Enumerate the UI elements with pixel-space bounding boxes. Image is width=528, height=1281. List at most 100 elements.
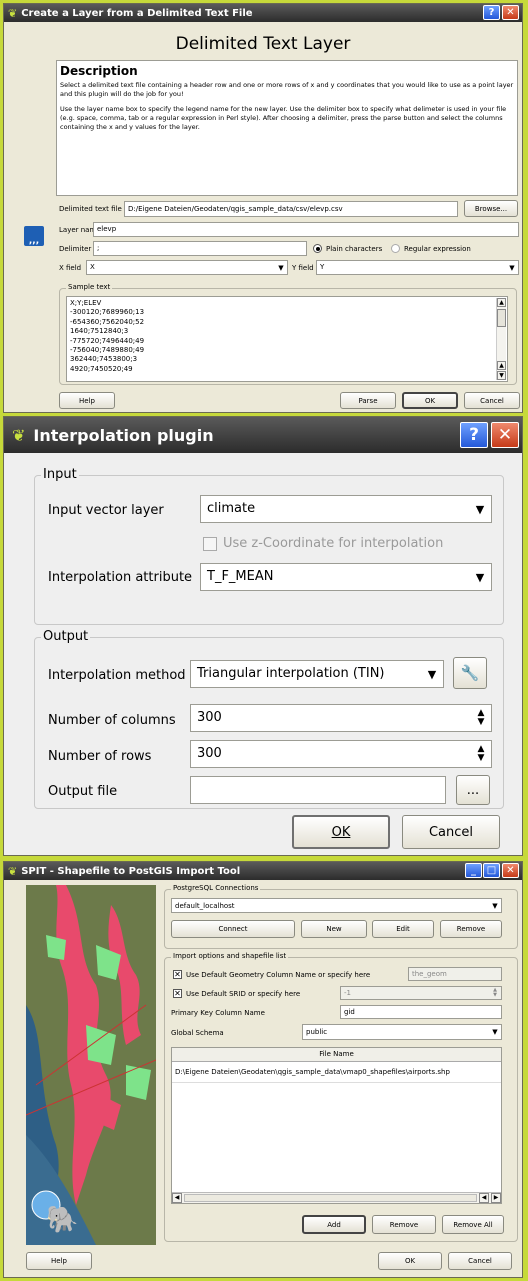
x-field-combo[interactable]: X ▼ — [86, 260, 288, 275]
sample-line: -775720;7496440;49 — [70, 336, 145, 345]
sample-text-label: Sample text — [66, 283, 113, 291]
close-icon[interactable]: ✕ — [502, 5, 519, 20]
chevron-down-icon: ▼ — [475, 502, 485, 516]
y-field-combo[interactable]: Y ▼ — [316, 260, 519, 275]
sample-line: -756040;7489880;49 — [70, 346, 145, 355]
output-file-label: Output file — [48, 784, 118, 799]
regular-expression-radio[interactable] — [391, 244, 400, 253]
new-connection-button[interactable]: New — [301, 920, 367, 938]
srid-spinbox[interactable]: -1 ▲ ▼ — [340, 986, 502, 1000]
add-file-button[interactable]: Add — [302, 1215, 366, 1234]
primary-key-label: Primary Key Column Name — [171, 1009, 265, 1017]
rows-spinbox[interactable]: 300 ▲ ▼ — [190, 740, 492, 768]
global-schema-combo[interactable]: public ▼ — [302, 1024, 502, 1040]
chevron-down-icon: ▼ — [427, 667, 437, 681]
map-image: 🐘 — [26, 885, 156, 1245]
wrench-icon: 🔧 — [460, 664, 480, 682]
scrollbar[interactable]: ▲ ▲ ▼ — [496, 298, 506, 380]
help-button[interactable]: Help — [26, 1252, 92, 1270]
plain-characters-radio[interactable] — [313, 244, 322, 253]
qgis-leaf-icon: ❦ — [12, 425, 26, 445]
configure-method-button[interactable]: 🔧 — [453, 657, 487, 689]
ok-button[interactable]: OK — [378, 1252, 442, 1270]
primary-key-input[interactable]: gid — [340, 1005, 502, 1019]
title-bar: ❦ Create a Layer from a Delimited Text F… — [4, 4, 522, 22]
output-file-input[interactable] — [190, 776, 446, 804]
chevron-down-icon: ▼ — [509, 263, 515, 272]
sample-line: 4920;7450520;49 — [70, 364, 133, 373]
horizontal-scrollbar[interactable]: ◀ ◀ ▶ — [172, 1192, 501, 1203]
minimize-icon[interactable]: _ — [465, 863, 482, 878]
sample-line: -300120;7689960;13 — [70, 308, 145, 317]
chevron-down-icon: ▼ — [278, 263, 284, 272]
ok-button[interactable]: OK — [292, 815, 390, 849]
cancel-button[interactable]: Cancel — [448, 1252, 512, 1270]
description-box: Description Select a delimited text file… — [56, 60, 518, 196]
spin-arrows-icon[interactable]: ▲ ▼ — [471, 705, 491, 731]
interpolation-method-label: Interpolation method — [48, 668, 186, 683]
title-bar: ❦ Interpolation plugin ? ✕ — [4, 417, 522, 453]
chevron-down-icon: ▼ — [492, 901, 498, 910]
remove-file-button[interactable]: Remove — [372, 1215, 436, 1234]
srid-value: -1 — [344, 989, 351, 997]
columns-spinbox[interactable]: 300 ▲ ▼ — [190, 704, 492, 732]
y-field-label: Y field — [292, 264, 314, 272]
srid-checkbox[interactable]: ✕ — [173, 989, 182, 998]
input-layer-combo[interactable]: climate ▼ — [200, 495, 492, 523]
output-group-label: Output — [41, 629, 91, 644]
cancel-button[interactable]: Cancel — [464, 392, 520, 409]
connection-combo[interactable]: default_localhost ▼ — [171, 898, 502, 913]
close-icon[interactable]: ✕ — [502, 863, 519, 878]
input-layer-value: climate — [207, 501, 256, 516]
window-title: SPIT - Shapefile to PostGIS Import Tool — [21, 865, 241, 877]
qgis-leaf-icon: ❦ — [8, 6, 18, 20]
z-coordinate-checkbox[interactable] — [203, 537, 217, 551]
description-para-2: Use the layer name box to specify the le… — [60, 105, 507, 131]
help-button[interactable]: Help — [59, 392, 115, 409]
z-coordinate-label: Use z-Coordinate for interpolation — [223, 536, 444, 551]
spin-arrows-icon[interactable]: ▲ ▼ — [489, 987, 501, 999]
edit-connection-button[interactable]: Edit — [372, 920, 434, 938]
geometry-column-input[interactable]: the_geom — [408, 967, 502, 981]
rows-value: 300 — [197, 746, 222, 761]
layer-name-input[interactable]: elevp — [93, 222, 519, 237]
description-title: Description — [60, 64, 138, 78]
interpolation-attribute-combo[interactable]: T_F_MEAN ▼ — [200, 563, 492, 591]
remove-connection-button[interactable]: Remove — [440, 920, 502, 938]
input-layer-label: Input vector layer — [48, 503, 164, 518]
remove-all-button[interactable]: Remove All — [442, 1215, 504, 1234]
y-field-value: Y — [320, 263, 325, 271]
ok-button[interactable]: OK — [402, 392, 458, 409]
window-title: Interpolation plugin — [33, 425, 214, 445]
parse-button[interactable]: Parse — [340, 392, 396, 409]
interpolation-method-combo[interactable]: Triangular interpolation (TIN) ▼ — [190, 660, 444, 688]
title-bar: ❦ SPIT - Shapefile to PostGIS Import Too… — [4, 862, 522, 880]
regular-expression-label: Regular expression — [404, 245, 471, 253]
elephant-icon: 🐘 — [46, 1205, 79, 1235]
delimiter-input[interactable]: ; — [93, 241, 307, 256]
file-input[interactable]: D:/Eigene Dateien/Geodaten/qgis_sample_d… — [124, 201, 458, 217]
connections-group-label: PostgreSQL Connections — [171, 884, 261, 892]
sample-line: X;Y;ELEV — [70, 299, 102, 307]
output-file-browse-button[interactable]: ... — [456, 775, 490, 805]
plain-characters-label: Plain characters — [326, 245, 383, 253]
shapefile-table: File Name D:\Eigene Dateien\Geodaten\qgi… — [171, 1047, 502, 1204]
maximize-icon[interactable]: □ — [483, 863, 500, 878]
import-options-group-label: Import options and shapefile list — [171, 952, 289, 960]
srid-label: Use Default SRID or specify here — [186, 990, 301, 998]
interpolation-attribute-label: Interpolation attribute — [48, 570, 193, 585]
columns-label: Number of columns — [48, 713, 176, 728]
cancel-button[interactable]: Cancel — [402, 815, 500, 849]
close-icon[interactable]: ✕ — [491, 422, 519, 448]
connect-button[interactable]: Connect — [171, 920, 295, 938]
help-icon[interactable]: ? — [460, 422, 488, 448]
help-icon[interactable]: ? — [483, 5, 500, 20]
spin-arrows-icon[interactable]: ▲ ▼ — [471, 741, 491, 767]
global-schema-value: public — [306, 1028, 328, 1036]
sample-text-box: X;Y;ELEV -300120;7689960;13 -654360;7562… — [66, 296, 508, 382]
browse-button[interactable]: Browse... — [464, 200, 518, 217]
table-row[interactable]: D:\Eigene Dateien\Geodaten\qgis_sample_d… — [172, 1062, 501, 1083]
description-para-1: Select a delimited text file containing … — [60, 81, 514, 98]
geometry-column-checkbox[interactable]: ✕ — [173, 970, 182, 979]
rows-label: Number of rows — [48, 749, 152, 764]
